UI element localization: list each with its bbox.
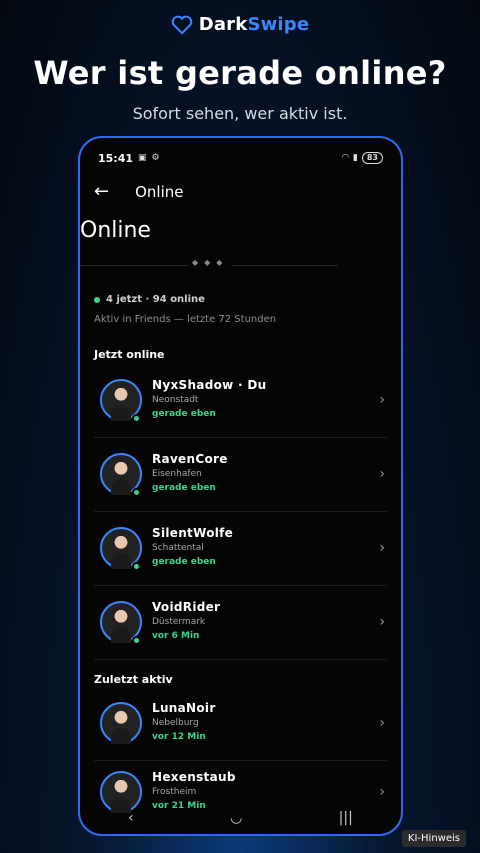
battery-indicator: 83 — [361, 152, 383, 164]
chevron-right-icon: › — [379, 392, 385, 408]
user-city: Schattental — [152, 543, 204, 553]
user-city: Düstermark — [152, 617, 206, 627]
user-row[interactable]: SilentWolfe Schattental gerade eben › — [94, 516, 387, 586]
online-status-dot — [132, 562, 141, 571]
home-nav-icon[interactable]: ◡ — [230, 810, 242, 826]
user-name: Hexenstaub — [152, 770, 236, 784]
brand-name: DarkSwipe — [198, 14, 310, 35]
user-status: gerade eben — [152, 483, 216, 493]
status-bar: 15:41 ▣ ⚙ ◠ ▮ 83 — [98, 150, 383, 166]
clock: 15:41 — [98, 151, 134, 165]
user-city: Neonstadt — [152, 395, 199, 405]
section-now-online: Jetzt online — [94, 348, 165, 361]
user-city: Eisenhafen — [152, 469, 202, 479]
brand-logo: DarkSwipe — [0, 14, 480, 35]
user-status: gerade eben — [152, 557, 216, 567]
chevron-right-icon: › — [379, 466, 385, 482]
summary-count: 4 jetzt · 94 online — [106, 294, 205, 305]
user-name: VoidRider — [152, 600, 221, 614]
user-city: Frostheim — [152, 787, 197, 797]
app-bar: ← Online — [94, 180, 387, 204]
user-city: Nebelburg — [152, 718, 199, 728]
settings-icon: ⚙ — [151, 153, 160, 163]
summary-subtitle: Aktiv in Friends — letzte 72 Stunden — [94, 314, 277, 325]
screenshot-icon: ▣ — [138, 153, 147, 163]
user-row[interactable]: VoidRider Düstermark vor 6 Min › — [94, 590, 387, 660]
user-name: NyxShadow · Du — [152, 378, 267, 392]
back-arrow-icon[interactable]: ← — [94, 183, 109, 201]
chevron-right-icon: › — [379, 715, 385, 731]
page-title: Online — [80, 218, 151, 243]
system-nav-bar: ‹ ◡ ||| — [80, 810, 401, 826]
avatar — [100, 771, 142, 813]
user-status: gerade eben — [152, 409, 216, 419]
user-status: vor 12 Min — [152, 732, 206, 742]
chevron-right-icon: › — [379, 540, 385, 556]
headline: Wer ist gerade online? — [33, 54, 447, 92]
online-status-dot — [132, 488, 141, 497]
online-status-dot — [132, 414, 141, 423]
online-status-dot — [132, 636, 141, 645]
chevron-right-icon: › — [379, 784, 385, 800]
ki-hint-badge[interactable]: KI-Hinweis — [401, 830, 466, 847]
subline: Sofort sehen, wer aktiv ist. — [132, 104, 348, 123]
user-row[interactable]: NyxShadow · Du Neonstadt gerade eben › — [94, 368, 387, 438]
chevron-right-icon: › — [379, 614, 385, 630]
user-name: LunaNoir — [152, 701, 216, 715]
phone-mockup: 15:41 ▣ ⚙ ◠ ▮ 83 ← Online Online ◆◆◆ 4 j… — [78, 136, 403, 836]
divider-ornament-icon: ◆◆◆ — [188, 258, 233, 267]
online-dot-icon — [94, 296, 100, 303]
recents-nav-icon[interactable]: ||| — [339, 810, 353, 826]
wifi-icon: ◠ — [341, 153, 349, 163]
avatar — [100, 702, 142, 744]
heart-icon — [171, 15, 192, 35]
user-name: RavenCore — [152, 452, 228, 466]
back-nav-icon[interactable]: ‹ — [128, 810, 134, 826]
section-recently-active: Zuletzt aktiv — [94, 673, 173, 686]
user-status: vor 6 Min — [152, 631, 200, 641]
user-row[interactable]: LunaNoir Nebelburg vor 12 Min › — [94, 691, 387, 761]
user-name: SilentWolfe — [152, 526, 234, 540]
user-row[interactable]: RavenCore Eisenhafen gerade eben › — [94, 442, 387, 512]
signal-icon: ▮ — [352, 153, 358, 163]
appbar-title: Online — [135, 183, 184, 201]
online-summary: 4 jetzt · 94 online Aktiv in Friends — l… — [94, 294, 387, 325]
